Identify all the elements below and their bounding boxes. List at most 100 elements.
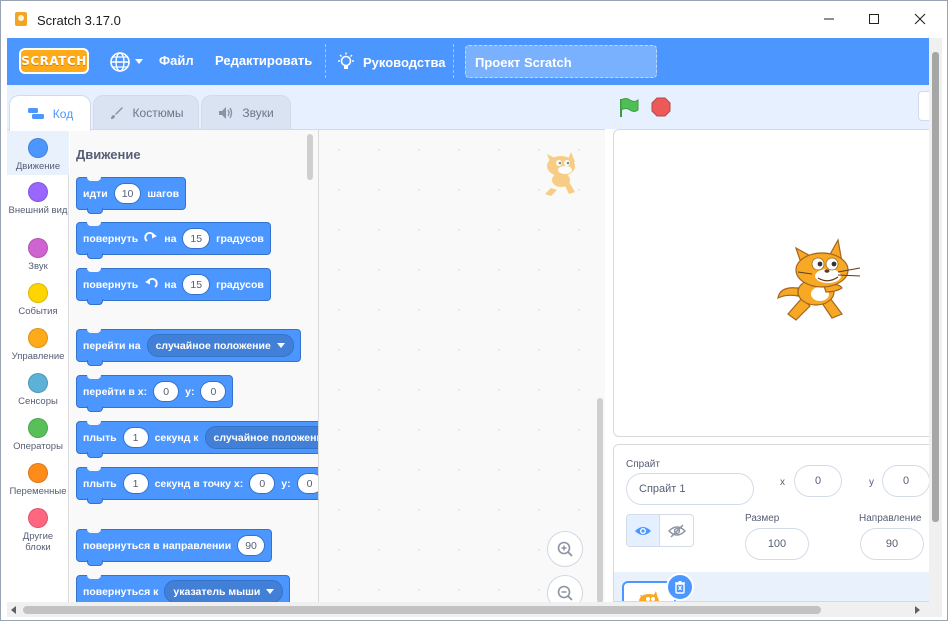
block-number-input[interactable]: 15 <box>182 274 211 295</box>
block-text: повернуться к <box>83 585 159 598</box>
block-turn-left[interactable]: повернуть на 15 градусов <box>76 268 271 305</box>
globe-icon <box>110 52 130 72</box>
close-button[interactable] <box>907 9 933 29</box>
project-title-input[interactable]: Проект Scratch <box>465 45 657 78</box>
tab-sounds[interactable]: Звуки <box>201 95 291 130</box>
tab-code-label: Код <box>52 106 74 121</box>
block-angle-input[interactable]: 90 <box>237 535 265 556</box>
category-motion-dot <box>28 138 48 158</box>
block-dropdown[interactable]: случайное положение <box>146 334 294 357</box>
tab-costumes[interactable]: Костюмы <box>93 95 199 130</box>
show-sprite-button[interactable] <box>627 515 661 546</box>
x-position-input[interactable]: 0 <box>794 465 842 497</box>
block-dropdown[interactable]: указатель мыши <box>164 580 284 602</box>
lightbulb-icon <box>338 52 354 69</box>
tab-code[interactable]: Код <box>9 95 91 131</box>
tutorials-button[interactable]: Руководства <box>337 48 446 76</box>
delete-sprite-button[interactable] <box>666 573 694 601</box>
scroll-left-arrow-icon[interactable] <box>11 606 16 614</box>
category-my-blocks[interactable]: Другие блоки <box>7 508 69 556</box>
block-goto[interactable]: перейти на случайное положение <box>76 329 301 366</box>
category-motion[interactable]: Движение <box>7 130 69 175</box>
category-looks-dot <box>28 182 48 202</box>
stop-icon <box>651 97 671 117</box>
zoom-in-button[interactable] <box>547 531 583 567</box>
block-text: секунд в точку x: <box>154 477 244 490</box>
category-sound[interactable]: Звук <box>7 238 69 278</box>
sprite-info-panel: Спрайт Спрайт 1 x 0 y 0 Размер 100 Напра… <box>613 444 942 602</box>
maximize-button[interactable] <box>861 9 887 29</box>
y-position-input[interactable]: 0 <box>882 465 930 497</box>
dropdown-value: случайное положение <box>213 431 319 444</box>
scroll-right-arrow-icon[interactable] <box>915 606 920 614</box>
block-dropdown[interactable]: случайное положение <box>204 426 319 449</box>
script-area[interactable] <box>319 129 605 602</box>
cat-sprite-icon <box>545 152 575 196</box>
edit-menu[interactable]: Редактировать <box>215 53 312 68</box>
block-number-input[interactable]: 0 <box>249 473 276 494</box>
window-vertical-scrollbar[interactable] <box>929 38 942 602</box>
zoom-out-icon <box>557 585 573 601</box>
scratch-logo[interactable]: SCRATCH <box>19 48 89 74</box>
category-label: Управление <box>11 351 65 362</box>
block-number-input[interactable]: 0 <box>200 381 227 402</box>
block-text: y: <box>185 385 195 398</box>
category-control-dot <box>28 328 48 348</box>
block-move-steps[interactable]: идти 10 шагов <box>76 177 187 214</box>
direction-label: Направление <box>859 513 922 524</box>
vertical-scroll-thumb[interactable] <box>932 52 939 522</box>
block-number-input[interactable]: 0 <box>296 473 318 494</box>
category-sensing[interactable]: Сенсоры <box>7 373 69 413</box>
block-glide-xy[interactable]: плыть 1 секунд в точку x: 0 y: 0 <box>76 467 318 504</box>
window-horizontal-scrollbar[interactable] <box>7 602 942 617</box>
block-number-input[interactable]: 1 <box>122 427 149 448</box>
block-number-input[interactable]: 1 <box>122 473 149 494</box>
file-menu[interactable]: Файл <box>159 53 194 68</box>
stage[interactable] <box>613 129 942 437</box>
block-point-direction[interactable]: повернуться в направлении 90 <box>76 529 272 566</box>
x-label: x <box>780 477 785 488</box>
palette-scrollbar[interactable] <box>307 134 313 180</box>
block-text: плыть <box>83 431 117 444</box>
block-number-input[interactable]: 10 <box>113 183 142 204</box>
direction-input[interactable]: 90 <box>860 528 924 560</box>
scratch-app-icon <box>15 12 27 26</box>
category-variables[interactable]: Переменные <box>7 463 69 503</box>
category-label: События <box>18 306 58 317</box>
zoom-out-button[interactable] <box>547 575 583 602</box>
block-turn-right[interactable]: повернуть на 15 градусов <box>76 222 271 259</box>
block-palette: Движение идти 10 шагов повернуть на 15 г… <box>70 129 319 602</box>
category-label: Сенсоры <box>18 396 58 407</box>
minimize-button[interactable] <box>816 9 842 29</box>
stop-button[interactable] <box>651 97 671 117</box>
menu-divider <box>453 44 454 78</box>
sprite-name-input[interactable]: Спрайт 1 <box>626 473 754 505</box>
size-input[interactable]: 100 <box>745 528 809 560</box>
block-text: градусов <box>216 278 264 291</box>
zoom-in-icon <box>557 541 573 557</box>
trash-icon <box>675 581 685 594</box>
category-operators-dot <box>28 418 48 438</box>
category-operators[interactable]: Операторы <box>7 418 69 458</box>
stage-sprite[interactable] <box>776 236 868 331</box>
block-goto-xy[interactable]: перейти в x: 0 y: 0 <box>76 375 234 412</box>
block-glide-to[interactable]: плыть 1 секунд к случайное положение <box>76 421 319 458</box>
category-looks[interactable]: Внешний вид <box>7 182 69 232</box>
block-point-towards[interactable]: повернуться к указатель мыши <box>76 575 291 602</box>
dropdown-value: указатель мыши <box>173 585 261 598</box>
block-number-input[interactable]: 0 <box>153 381 180 402</box>
script-area-scrollbar[interactable] <box>597 398 603 602</box>
size-label: Размер <box>745 513 780 524</box>
language-menu[interactable] <box>109 51 145 73</box>
block-number-input[interactable]: 15 <box>182 228 211 249</box>
dropdown-value: случайное положение <box>155 339 271 352</box>
y-label: y <box>869 477 874 488</box>
category-label: Переменные <box>9 486 67 497</box>
hide-sprite-button[interactable] <box>660 515 693 546</box>
tab-costumes-label: Костюмы <box>132 106 184 120</box>
green-flag-button[interactable] <box>618 97 640 124</box>
category-events[interactable]: События <box>7 283 69 323</box>
category-control[interactable]: Управление <box>7 328 69 368</box>
horizontal-scroll-thumb[interactable] <box>23 606 821 614</box>
block-text: перейти в x: <box>83 385 148 398</box>
